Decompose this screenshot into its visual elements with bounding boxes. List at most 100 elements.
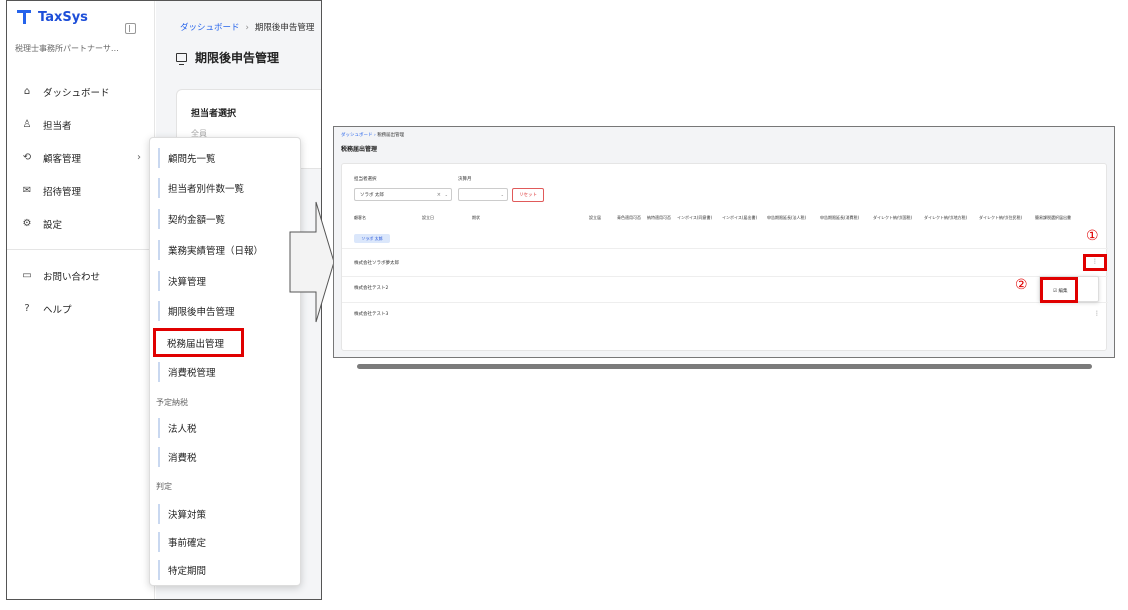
edit-menu-item[interactable]: ☑ 編集 bbox=[1053, 288, 1067, 294]
col-header: ダイレクト納付(住民税) bbox=[979, 215, 1023, 220]
row-divider bbox=[342, 276, 1108, 277]
shot-reset-button[interactable]: リセット bbox=[512, 188, 544, 202]
page-title-text: 期限後申告管理 bbox=[195, 51, 280, 65]
col-header: 設立日 bbox=[422, 215, 434, 220]
shot-table-panel: 担当者選択 ソラボ 太郎 × ⌄ 決算月 ⌄ リセット 顧客名 設立日 期状 設… bbox=[341, 163, 1108, 369]
shot-breadcrumb: ダッシュボード › 税務届出管理 bbox=[341, 132, 404, 138]
step-marker-1: ① bbox=[1086, 228, 1099, 244]
shot-staff-value: ソラボ 太郎 bbox=[360, 192, 384, 198]
sidebar-item-label: ダッシュボード bbox=[43, 87, 110, 99]
breadcrumb: ダッシュボード › 期限後申告管理 bbox=[180, 21, 314, 33]
row-action-menu: ☑ 編集 bbox=[1039, 276, 1099, 303]
gear-icon: ⚙ bbox=[22, 218, 32, 229]
taxsys-logo-icon bbox=[17, 9, 33, 25]
table-row[interactable]: 株式会社テスト2 bbox=[354, 285, 388, 291]
sidebar-item-label: 設定 bbox=[43, 219, 63, 231]
chevron-down-icon: ⌄ bbox=[444, 192, 448, 197]
shot-page-title: 税務届出管理 bbox=[341, 146, 378, 153]
sidebar-item-help[interactable]: ? ヘルプ bbox=[7, 292, 155, 325]
brand[interactable]: TaxSys bbox=[17, 9, 88, 25]
breadcrumb-home[interactable]: ダッシュボード bbox=[180, 23, 240, 33]
arrow-right-icon bbox=[289, 201, 335, 323]
submenu-item-daily-report[interactable]: 業務実績管理（日報） bbox=[158, 240, 294, 260]
col-header: 青色適用可否 bbox=[617, 215, 641, 220]
brand-name: TaxSys bbox=[38, 9, 88, 25]
user-icon: ♙ bbox=[22, 119, 32, 130]
sidebar-item-invitations[interactable]: ✉ 招待管理 bbox=[7, 174, 155, 207]
submenu-item-late-filing[interactable]: 期限後申告管理 bbox=[158, 301, 294, 321]
submenu-item-specific-period[interactable]: 特定期間 bbox=[158, 560, 294, 580]
staff-select-label: 担当者選択 bbox=[191, 109, 237, 119]
home-icon: ⌂ bbox=[23, 86, 31, 97]
clear-icon[interactable]: × bbox=[437, 192, 441, 198]
monitor-icon bbox=[176, 53, 187, 65]
page-title: 期限後申告管理 bbox=[176, 49, 279, 66]
horizontal-scrollbar[interactable] bbox=[357, 364, 1092, 369]
col-header: 簡易課税選択届出書 bbox=[1035, 215, 1071, 220]
sidebar-divider bbox=[7, 249, 155, 250]
chevron-down-icon: ⌄ bbox=[500, 192, 504, 197]
edit-label: 編集 bbox=[1058, 289, 1068, 294]
submenu-item-corporate-tax[interactable]: 法人税 bbox=[158, 418, 294, 438]
step-marker-2: ② bbox=[1015, 277, 1028, 293]
sidebar-item-customers[interactable]: ⟲ 顧客管理 › bbox=[7, 141, 155, 174]
sidebar-item-label: 担当者 bbox=[43, 120, 72, 132]
shot-month-select[interactable]: ⌄ bbox=[458, 188, 508, 201]
instruction-figure: TaxSys 税理士事務所パートナーサ… ⌂ ダッシュボード ♙ 担当者 ⟲ 顧… bbox=[0, 0, 1128, 610]
kebab-menu-highlight: ⋮ bbox=[1083, 254, 1107, 271]
table-row[interactable]: 株式会社テスト3 bbox=[354, 311, 388, 317]
sidebar-item-contact[interactable]: ▭ お問い合わせ bbox=[7, 259, 155, 292]
table-row[interactable]: 株式会社ソラボ夢太郎 bbox=[354, 260, 399, 266]
shot-month-label: 決算月 bbox=[458, 177, 472, 182]
submenu-group-prepayment: 予定納税 bbox=[156, 398, 188, 407]
col-header: ダイレクト納付(国税) bbox=[873, 215, 913, 220]
breadcrumb-separator: › bbox=[245, 23, 249, 33]
sidebar-item-dashboard[interactable]: ⌂ ダッシュボード bbox=[7, 75, 155, 108]
breadcrumb-current: 期限後申告管理 bbox=[254, 23, 315, 33]
row-kebab-icon[interactable]: ⋮ bbox=[1092, 258, 1098, 265]
sidebar-item-label: ヘルプ bbox=[43, 304, 72, 316]
shot-breadcrumb-home[interactable]: ダッシュボード bbox=[341, 133, 373, 138]
customer-management-submenu: 顧問先一覧 担当者別件数一覧 契約金額一覧 業務実績管理（日報） 決算管理 期限… bbox=[149, 137, 301, 586]
submenu-item-client-list[interactable]: 顧問先一覧 bbox=[158, 148, 294, 168]
submenu-item-closing-measures[interactable]: 決算対策 bbox=[158, 504, 294, 524]
shot-breadcrumb-separator: › bbox=[373, 133, 376, 138]
row-kebab-icon[interactable]: ⋮ bbox=[1094, 310, 1100, 317]
submenu-group-judgement: 判定 bbox=[156, 482, 172, 491]
shot-staff-label: 担当者選択 bbox=[354, 177, 377, 182]
col-header: 申告期限延長(消費税) bbox=[820, 215, 860, 220]
submenu-item-consumption-tax[interactable]: 消費税管理 bbox=[158, 362, 294, 382]
sidebar: TaxSys 税理士事務所パートナーサ… ⌂ ダッシュボード ♙ 担当者 ⟲ 顧… bbox=[7, 1, 155, 599]
handshake-icon: ⟲ bbox=[22, 152, 32, 163]
org-name: 税理士事務所パートナーサ… bbox=[15, 44, 119, 53]
shot-breadcrumb-current: 税務届出管理 bbox=[377, 133, 405, 138]
col-header: 納特適用可否 bbox=[647, 215, 671, 220]
row-divider bbox=[342, 302, 1108, 303]
shot-staff-select[interactable]: ソラボ 太郎 × ⌄ bbox=[354, 188, 452, 201]
shot-table-header: 顧客名 設立日 期状 設立届 青色適用可否 納特適用可否 インボイス(同意書) … bbox=[342, 211, 1108, 225]
chat-icon: ▭ bbox=[22, 270, 32, 281]
col-header: 顧客名 bbox=[354, 215, 366, 220]
row-divider bbox=[342, 248, 1108, 249]
chevron-right-icon: › bbox=[137, 152, 141, 163]
col-header: インボイス(届出書) bbox=[722, 215, 758, 220]
sidebar-item-label: お問い合わせ bbox=[43, 271, 101, 283]
submenu-item-count-by-staff[interactable]: 担当者別件数一覧 bbox=[158, 178, 294, 198]
mail-icon: ✉ bbox=[22, 185, 32, 196]
col-header: ダイレクト納付(地方税) bbox=[924, 215, 968, 220]
col-header: インボイス(同意書) bbox=[677, 215, 713, 220]
sidebar-item-staff[interactable]: ♙ 担当者 bbox=[7, 108, 155, 141]
shot-staff-chip: ソラボ 太郎 bbox=[354, 234, 390, 243]
tax-notifications-screenshot: ダッシュボード › 税務届出管理 税務届出管理 担当者選択 ソラボ 太郎 × ⌄… bbox=[333, 126, 1115, 369]
submenu-item-advance-determination[interactable]: 事前確定 bbox=[158, 532, 294, 552]
submenu-item-closing[interactable]: 決算管理 bbox=[158, 271, 294, 291]
help-icon: ? bbox=[24, 303, 30, 314]
sidebar-item-label: 招待管理 bbox=[43, 186, 82, 198]
col-header: 期状 bbox=[472, 215, 480, 220]
sidebar-collapse-icon[interactable] bbox=[125, 23, 136, 34]
sidebar-item-settings[interactable]: ⚙ 設定 bbox=[7, 207, 155, 240]
submenu-item-contract-amounts[interactable]: 契約金額一覧 bbox=[158, 209, 294, 229]
sidebar-item-label: 顧客管理 bbox=[43, 153, 82, 165]
submenu-item-prepay-consumption-tax[interactable]: 消費税 bbox=[158, 447, 294, 467]
submenu-item-tax-notifications[interactable]: 税務届出管理 bbox=[153, 328, 244, 357]
